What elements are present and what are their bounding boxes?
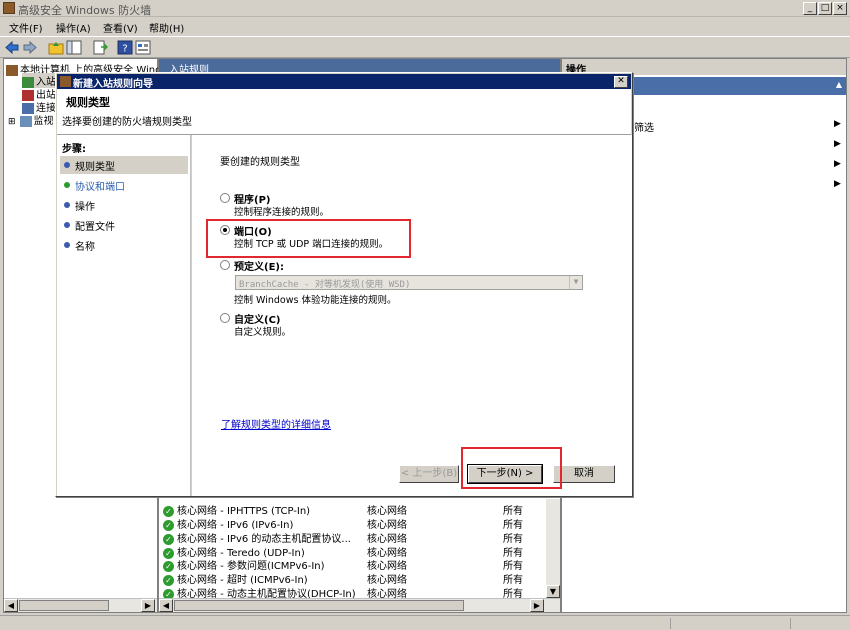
- page-subtitle: 选择要创建的防火墙规则类型: [62, 117, 192, 128]
- step-name[interactable]: 名称: [60, 236, 188, 254]
- table-row[interactable]: ✓ 核心网络 - 动态主机配置协议(DHCP-In) 核心网络 所有: [163, 585, 553, 600]
- monitoring-icon: [19, 115, 32, 127]
- table-row[interactable]: ✓ 核心网络 - 参数问题(ICMPv6-In) 核心网络 所有: [163, 557, 553, 572]
- step-profile[interactable]: 配置文件: [60, 216, 188, 234]
- tree-hscrollbar[interactable]: ◀ ▶: [4, 598, 157, 612]
- option-predefined-desc: 控制 Windows 体验功能连接的规则。: [234, 295, 397, 306]
- step-bullet-icon: [64, 222, 70, 228]
- list-vscrollbar[interactable]: ▼: [546, 499, 560, 599]
- enabled-check-icon: ✓: [163, 533, 174, 545]
- scroll-left-icon[interactable]: ◀: [159, 599, 173, 612]
- enabled-check-icon: ✓: [163, 505, 174, 517]
- export-list-icon[interactable]: [92, 40, 108, 55]
- submenu-arrow-icon[interactable]: ▶: [834, 179, 841, 189]
- scroll-left-icon[interactable]: ◀: [4, 599, 18, 612]
- status-bar: [0, 615, 850, 630]
- dialog-close-button[interactable]: ✕: [614, 76, 628, 88]
- option-predefined-label[interactable]: 预定义(E):: [234, 258, 284, 273]
- wizard-content: 要创建的规则类型 程序(P) 控制程序连接的规则。 端口(O) 控制 TCP 或…: [192, 135, 632, 496]
- firewall-icon: [6, 64, 18, 76]
- minimize-button[interactable]: _: [803, 2, 817, 15]
- step-bullet-icon: [64, 202, 70, 208]
- show-hide-tree-icon[interactable]: [66, 40, 82, 55]
- toolbar: ?: [0, 36, 850, 58]
- menu-help[interactable]: 帮助(H): [149, 20, 184, 35]
- list-hscrollbar[interactable]: ◀ ▶: [159, 598, 560, 612]
- svg-text:?: ?: [122, 44, 127, 55]
- window-title: 高级安全 Windows 防火墙: [18, 4, 152, 17]
- step-protocol-port[interactable]: 协议和端口: [60, 176, 188, 194]
- close-button[interactable]: ×: [833, 2, 847, 15]
- enabled-check-icon: ✓: [163, 519, 174, 531]
- enabled-check-icon: ✓: [163, 560, 174, 572]
- predefined-select[interactable]: BranchCache - 对等机发现(使用 WSD) ▼: [235, 275, 583, 290]
- maximize-button[interactable]: □: [818, 2, 832, 15]
- expand-icon[interactable]: ⊞: [8, 117, 16, 127]
- option-program-desc: 控制程序连接的规则。: [234, 207, 330, 218]
- properties-icon[interactable]: [135, 40, 151, 55]
- learn-more-link[interactable]: 了解规则类型的详细信息: [221, 416, 331, 431]
- rule-type-prompt: 要创建的规则类型: [220, 157, 300, 168]
- dropdown-arrow-icon[interactable]: ▼: [569, 276, 582, 289]
- step-action[interactable]: 操作: [60, 196, 188, 214]
- radio-predefined[interactable]: [220, 260, 230, 270]
- table-row[interactable]: ✓ 核心网络 - IPv6 的动态主机配置协议... 核心网络 所有: [163, 530, 553, 545]
- firewall-icon: [3, 2, 15, 14]
- menu-action[interactable]: 操作(A): [56, 20, 91, 35]
- radio-custom[interactable]: [220, 313, 230, 323]
- submenu-arrow-icon[interactable]: ▶: [834, 119, 841, 129]
- scroll-right-icon[interactable]: ▶: [141, 599, 155, 612]
- highlight-port-option: [206, 219, 411, 258]
- new-inbound-rule-wizard: 新建入站规则向导 ✕ 规则类型 选择要创建的防火墙规则类型 步骤: 规则类型 协…: [55, 72, 633, 497]
- table-row[interactable]: ✓ 核心网络 - 超时 (ICMPv6-In) 核心网络 所有: [163, 571, 553, 586]
- menu-bar: 文件(F) 操作(A) 查看(V) 帮助(H): [0, 17, 850, 36]
- step-rule-type[interactable]: 规则类型: [60, 156, 188, 174]
- highlight-next-button: [461, 447, 562, 489]
- firewall-icon: [60, 76, 71, 87]
- submenu-arrow-icon[interactable]: ▶: [834, 139, 841, 149]
- page-title: 规则类型: [66, 96, 110, 109]
- step-bullet-icon: [64, 162, 70, 168]
- table-row[interactable]: ✓ 核心网络 - IPv6 (IPv6-In) 核心网络 所有: [163, 516, 553, 531]
- cancel-button[interactable]: 取消: [553, 465, 615, 483]
- menu-file[interactable]: 文件(F): [9, 20, 43, 35]
- step-bullet-icon: [64, 242, 70, 248]
- dialog-header: 规则类型 选择要创建的防火墙规则类型: [57, 89, 631, 135]
- window-titlebar: 高级安全 Windows 防火墙 _ □ ×: [0, 0, 850, 17]
- back-button[interactable]: < 上一步(B): [399, 465, 459, 483]
- wizard-steps: 步骤: 规则类型 协议和端口 操作 配置文件 名称: [57, 135, 191, 496]
- steps-title: 步骤:: [62, 144, 86, 155]
- back-arrow-icon[interactable]: [4, 40, 20, 55]
- help-icon[interactable]: ?: [117, 40, 133, 55]
- scroll-down-icon[interactable]: ▼: [546, 585, 560, 598]
- menu-view[interactable]: 查看(V): [103, 20, 138, 35]
- submenu-arrow-icon[interactable]: ▶: [834, 159, 841, 169]
- table-row[interactable]: ✓ 核心网络 - Teredo (UDP-In) 核心网络 所有: [163, 544, 553, 559]
- collapse-icon[interactable]: ▲: [836, 80, 842, 89]
- up-folder-icon[interactable]: [48, 40, 64, 55]
- table-row[interactable]: ✓ 核心网络 - IPHTTPS (TCP-In) 核心网络 所有: [163, 502, 553, 517]
- scroll-right-icon[interactable]: ▶: [530, 599, 544, 612]
- enabled-check-icon: ✓: [163, 574, 174, 586]
- forward-arrow-icon[interactable]: [22, 40, 38, 55]
- radio-program[interactable]: [220, 193, 230, 203]
- filter-action[interactable]: 筛选: [634, 119, 654, 134]
- step-bullet-icon: [64, 182, 70, 188]
- tree-item-monitoring[interactable]: ⊞ 监视: [8, 112, 54, 127]
- option-custom-desc: 自定义规则。: [234, 327, 292, 338]
- dialog-titlebar: 新建入站规则向导 ✕: [57, 74, 631, 90]
